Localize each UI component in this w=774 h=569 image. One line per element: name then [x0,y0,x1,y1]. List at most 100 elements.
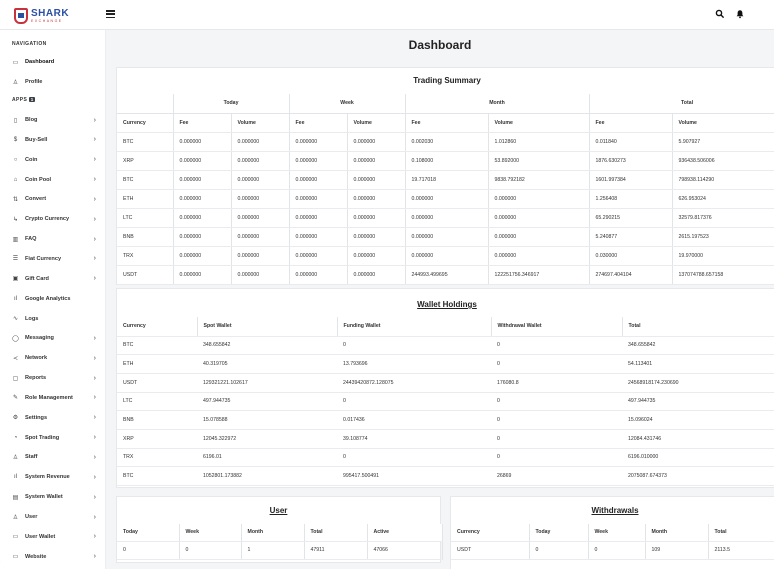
table-cell: 0.000000 [231,132,290,152]
sidebar-item-profile[interactable]: ♙ Profile [12,76,96,88]
table-cell: 5.240877 [589,227,673,247]
table-cell: 40.319705 [197,354,337,374]
table-cell: 0.000000 [405,227,489,247]
sidebar-item-google-analytics[interactable]: ıl Google Analytics [12,293,96,305]
table-cell: XRP [117,151,174,171]
table-cell: 0.000000 [231,227,290,247]
column-header: Currency [117,317,198,337]
sidebar-item-blog[interactable]: ▯ Blog › [12,114,96,126]
sidebar-item-system-wallet[interactable]: ▤ System Wallet › [12,491,96,503]
sidebar-item-system-revenue[interactable]: ıl System Revenue › [12,471,96,483]
table-cell: 497.944735 [622,392,774,412]
table-cell: BTC [117,466,197,486]
hamburger-icon[interactable] [106,9,115,19]
table-cell: 24439420872.128075 [337,373,491,393]
sidebar-item-label: System Revenue [25,474,70,481]
user-icon: ♙ [12,79,19,86]
table-cell: 0.000000 [173,189,232,209]
table-cell: 348.655842 [622,336,774,356]
sidebar-item-label: Profile [25,79,43,85]
sidebar-item-role-management[interactable]: ✎ Role Management › [12,392,96,404]
column-header: Week [179,524,242,542]
brand-logo[interactable]: SHARK EXCHANGE [14,7,69,25]
sidebar-item-label: FAQ [25,236,37,243]
table-cell: 0 [337,448,491,468]
table-cell: 0.000000 [347,265,406,285]
table-cell: 122251756.346917 [488,265,590,285]
arrow-corner-icon: ↳ [12,216,19,223]
table-cell: 0.000000 [173,170,232,190]
table-cell: 1876.630273 [589,151,673,171]
table-cell: 0.000000 [173,132,232,152]
sidebar-item-logs[interactable]: ∿ Logs [12,313,96,325]
table-cell: 137074788.657158 [672,265,774,285]
table-cell: 24568918174.230690 [622,373,774,393]
sidebar-item-buy-sell[interactable]: $ Buy-Sell › [12,134,96,146]
sidebar-item-fiat-currency[interactable]: ☰ Fiat Currency › [12,253,96,265]
sidebar: NAVIGATION ▭ Dashboard ♙ Profile APPS 1 ▯… [0,30,106,569]
sidebar-item-crypto-currency[interactable]: ↳ Crypto Currency › [12,213,96,225]
search-icon[interactable] [715,9,725,19]
wallet-holdings-card: Wallet Holdings Currency Spot Wallet Fundi… [116,288,774,488]
column-header: Volume [347,113,406,133]
sidebar-item-gift-card[interactable]: ▣ Gift Card › [12,273,96,285]
sidebar-item-user[interactable]: ♙ User › [12,511,96,523]
sidebar-item-user-wallet[interactable]: ▭ User Wallet › [12,531,96,543]
sidebar-item-messaging[interactable]: ◯ Messaging › [12,332,96,344]
table-cell: USDT [451,541,530,560]
table-cell: 0.000000 [231,151,290,171]
table-row: BNB 15.078588 0.017436 0 15.096024 [117,410,774,430]
table-cell: 12084.431746 [622,429,774,449]
column-header: Month [241,524,305,542]
brand-tagline: EXCHANGE [31,18,63,23]
sidebar-item-label: Logs [25,315,39,322]
table-row: BTC 1052801.173882 995417.500491 26869 20750… [117,466,774,486]
table-cell: 244993.499695 [405,265,489,285]
trading-summary-table: Today Week Month Total Currency Fee Volume Fee V… [117,94,774,285]
table-cell: 1.012860 [488,132,590,152]
sidebar-item-coin[interactable]: ○ Coin › [12,154,96,166]
sidebar-item-reports[interactable]: ▢ Reports › [12,372,96,384]
table-cell: 0.000000 [347,227,406,247]
sidebar-item-staff[interactable]: ♙ Staff › [12,451,96,463]
table-cell: 348.655842 [197,336,337,356]
table-cell: BTC [117,132,174,152]
bell-icon[interactable] [735,9,745,19]
table-cell: BNB [117,410,197,430]
chevron-right-icon: › [93,195,96,203]
table-cell: TRX [117,448,197,468]
table-cell: 0.030000 [589,246,673,266]
clock-icon: ◔ [13,434,18,441]
edit-icon: ✎ [12,395,19,402]
table-cell: 1 [241,541,305,560]
table-cell: 15.096024 [622,410,774,430]
column-header: Spot Wallet [197,317,338,337]
gear-icon: ⚙ [12,415,19,422]
table-cell: 0.000000 [173,265,232,285]
sidebar-item-convert[interactable]: ⇅ Convert › [12,193,96,205]
column-header: Fee [589,113,673,133]
table-cell: LTC [117,208,174,228]
sidebar-item-coin-pool[interactable]: ⌂ Coin Pool › [12,174,96,186]
table-cell: 0.000000 [488,208,590,228]
table-row: ETH 0.000000 0.000000 0.000000 0.000000 0.000… [117,189,774,209]
group-header: Total [589,94,774,114]
sidebar-item-settings[interactable]: ⚙ Settings › [12,412,96,424]
sidebar-item-label: User [25,514,38,520]
column-header: Today [529,524,589,542]
table-row: 0 0 1 47911 47066 [117,541,443,560]
chevron-right-icon: › [93,414,96,422]
sidebar-item-network[interactable]: ≺ Network › [12,352,96,364]
sidebar-item-faq[interactable]: ▥ FAQ › [12,233,96,245]
sidebar-item-spot-trading[interactable]: ◔ Spot Trading › [12,432,96,444]
table-cell: 0.000000 [488,189,590,209]
table-cell: 176080.8 [491,373,622,393]
chevron-right-icon: › [93,354,96,362]
table-cell: 2075087.674373 [622,466,774,486]
table-row: BNB 0.000000 0.000000 0.000000 0.000000 0.000… [117,227,774,247]
sidebar-item-website[interactable]: ▭ Website › [12,551,96,563]
sidebar-item-label: Spot Trading [25,434,60,441]
credit-card-icon: ▭ [12,534,19,541]
sidebar-item-dashboard[interactable]: ▭ Dashboard [12,56,96,68]
table-cell: 5.907927 [672,132,774,152]
